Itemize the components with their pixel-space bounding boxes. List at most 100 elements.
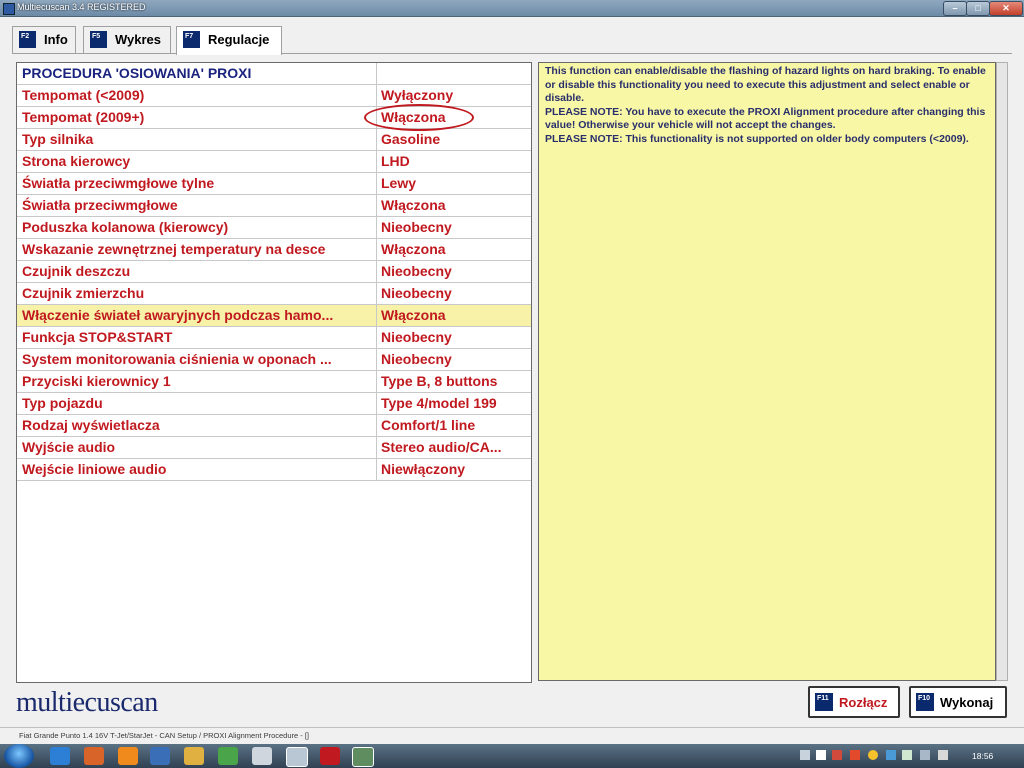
description-note: PLEASE NOTE: This functionality is not s…	[545, 132, 969, 145]
description-scrollbar[interactable]	[996, 62, 1008, 681]
volume-icon[interactable]	[938, 750, 948, 760]
vlc-icon[interactable]	[118, 747, 138, 765]
row-name: Tempomat (2009+)	[22, 109, 145, 125]
row-name: Światła przeciwmgłowe	[22, 197, 178, 213]
status-text: Fiat Grande Punto 1.4 16V T-Jet/StarJet …	[19, 731, 309, 740]
column-divider	[376, 283, 377, 305]
tools-icon[interactable]	[252, 747, 272, 765]
table-header: PROCEDURA 'OSIOWANIA' PROXI	[22, 65, 252, 81]
row-value: Nieobecny	[381, 329, 452, 345]
tab-wykres[interactable]: F5 Wykres	[83, 26, 171, 53]
execute-label: Wykonaj	[940, 695, 994, 710]
folder-icon[interactable]	[184, 747, 204, 765]
clock[interactable]: 18:56	[972, 751, 993, 761]
antivirus-icon[interactable]	[832, 750, 842, 760]
table-row[interactable]: Światła przeciwmgłowe tylne Lewy	[17, 173, 531, 195]
battery-icon[interactable]	[902, 750, 912, 760]
column-divider	[376, 327, 377, 349]
table-row[interactable]: Typ pojazdu Type 4/model 199	[17, 393, 531, 415]
row-name: System monitorowania ciśnienia w oponach…	[22, 351, 332, 367]
close-button[interactable]: ✕	[989, 1, 1023, 16]
table-row[interactable]: Wskazanie zewnętrznej temperatury na des…	[17, 239, 531, 261]
minimize-button[interactable]: –	[943, 1, 967, 16]
column-divider	[376, 129, 377, 151]
window-title: Multiecuscan 3.4 REGISTERED	[17, 2, 146, 12]
row-value: Niewłączony	[381, 461, 466, 477]
row-value: LHD	[381, 153, 410, 169]
column-divider	[376, 437, 377, 459]
column-divider	[376, 349, 377, 371]
app-icon-green[interactable]	[218, 747, 238, 765]
row-value: Nieobecny	[381, 351, 452, 367]
table-row[interactable]: Wyjście audio Stereo audio/CA...	[17, 437, 531, 459]
row-value: Lewy	[381, 175, 417, 191]
row-value: Włączona	[381, 241, 446, 257]
table-row[interactable]: Tempomat (<2009) Wyłączony	[17, 85, 531, 107]
column-divider	[376, 305, 377, 327]
row-value: Comfort/1 line	[381, 417, 476, 433]
tab-label: Wykres	[115, 32, 162, 47]
table-row[interactable]: Rodzaj wyświetlacza Comfort/1 line	[17, 415, 531, 437]
tab-info[interactable]: F2 Info	[12, 26, 76, 53]
main-window: F2 Info F5 Wykres F7 Regulacje PROCEDURA…	[0, 17, 1024, 742]
row-name: Włączenie świateł awaryjnych podczas ham…	[22, 307, 334, 323]
title-bar: Multiecuscan 3.4 REGISTERED – □ ✕	[0, 0, 1024, 17]
app-icon	[3, 3, 15, 15]
maximize-button[interactable]: □	[966, 1, 990, 16]
ati-icon[interactable]	[850, 750, 860, 760]
row-name: Tempomat (<2009)	[22, 87, 145, 103]
row-name: Czujnik deszczu	[22, 263, 131, 279]
execute-button[interactable]: F10 Wykonaj	[909, 686, 1007, 718]
f7-key-icon: F7	[183, 31, 200, 48]
media-icon[interactable]	[150, 747, 170, 765]
flag-icon[interactable]	[816, 750, 826, 760]
browser-icon[interactable]	[84, 747, 104, 765]
tray-arrow-icon[interactable]	[800, 750, 810, 760]
highlight-circle-annotation	[364, 104, 474, 131]
table-row[interactable]: Wejście liniowe audio Niewłączony	[17, 459, 531, 481]
column-divider	[376, 393, 377, 415]
f10-key-icon: F10	[916, 693, 934, 711]
multiecuscan-taskbar-icon[interactable]	[352, 747, 374, 767]
row-name: Światła przeciwmgłowe tylne	[22, 175, 215, 191]
table-row[interactable]: Typ silnika Gasoline	[17, 129, 531, 151]
column-divider	[376, 239, 377, 261]
description-note: PLEASE NOTE: You have to execute the PRO…	[545, 105, 986, 132]
table-row[interactable]: Poduszka kolanowa (kierowcy) Nieobecny	[17, 217, 531, 239]
column-divider	[376, 459, 377, 481]
network-icon[interactable]	[920, 750, 930, 760]
table-row[interactable]: Funkcja STOP&START Nieobecny	[17, 327, 531, 349]
tab-regulacje[interactable]: F7 Regulacje	[176, 26, 282, 55]
description-text: This function can enable/disable the fla…	[545, 65, 986, 104]
multiecuscan-logo: multiecuscan	[16, 687, 158, 718]
table-row[interactable]: Przyciski kierownicy 1 Type B, 8 buttons	[17, 371, 531, 393]
column-divider	[376, 415, 377, 437]
explorer-icon[interactable]	[286, 747, 308, 767]
table-row-selected[interactable]: Włączenie świateł awaryjnych podczas ham…	[17, 305, 531, 327]
taskbar: 18:56	[0, 744, 1024, 768]
column-divider	[376, 195, 377, 217]
column-divider	[376, 261, 377, 283]
row-value: Nieobecny	[381, 219, 452, 235]
row-value: Stereo audio/CA...	[381, 439, 502, 455]
table-row[interactable]: Światła przeciwmgłowe Włączona	[17, 195, 531, 217]
column-divider	[376, 173, 377, 195]
disconnect-button[interactable]: F11 Rozłącz	[808, 686, 900, 718]
row-name: Typ silnika	[22, 131, 94, 147]
internet-explorer-icon[interactable]	[50, 747, 70, 765]
table-row[interactable]: System monitorowania ciśnienia w oponach…	[17, 349, 531, 371]
f5-key-icon: F5	[90, 31, 107, 48]
pdf-reader-icon[interactable]	[320, 747, 340, 765]
bluetooth-icon[interactable]	[886, 750, 896, 760]
row-name: Przyciski kierownicy 1	[22, 373, 171, 389]
status-bar: Fiat Grande Punto 1.4 16V T-Jet/StarJet …	[0, 727, 1024, 745]
table-row[interactable]: Czujnik deszczu Nieobecny	[17, 261, 531, 283]
row-value: Wyłączony	[381, 87, 454, 103]
table-row[interactable]: Czujnik zmierzchu Nieobecny	[17, 283, 531, 305]
row-name: Rodzaj wyświetlacza	[22, 417, 160, 433]
update-icon[interactable]	[868, 750, 878, 760]
start-button-icon[interactable]	[4, 744, 34, 768]
table-row[interactable]: Strona kierowcy LHD	[17, 151, 531, 173]
column-divider	[376, 151, 377, 173]
row-value: Gasoline	[381, 131, 441, 147]
